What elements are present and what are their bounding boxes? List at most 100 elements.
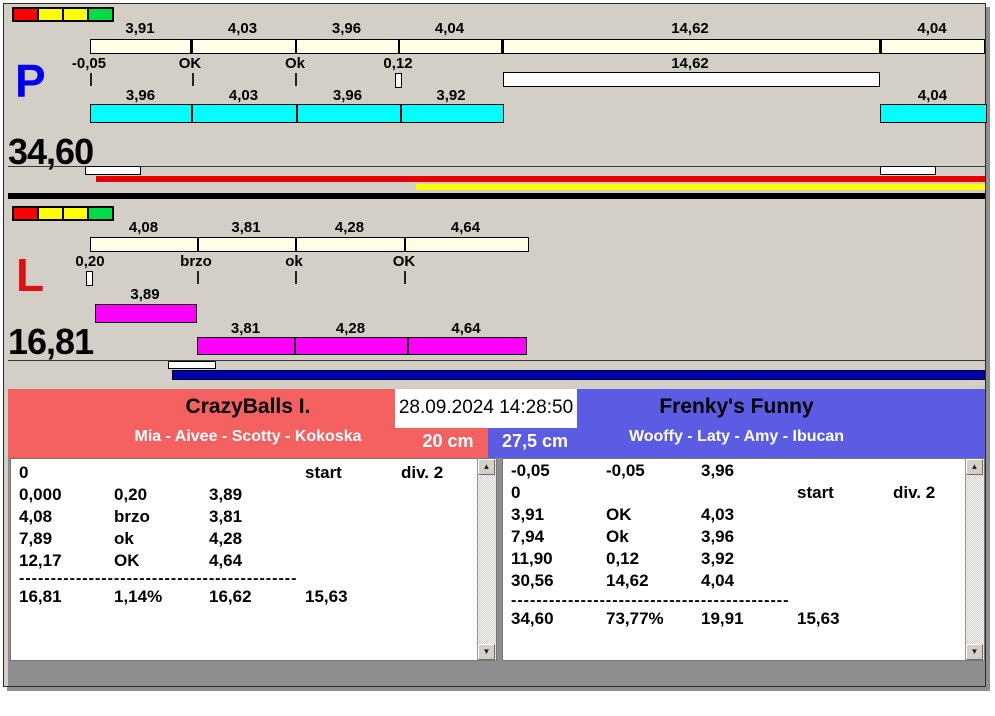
lane-p-status-lights (12, 7, 114, 22)
result-cell: 3,96 (701, 461, 735, 480)
result-cell: 15,63 (797, 609, 840, 628)
crossing-mark-label: 0,20 (75, 253, 105, 270)
run-time-label: 4,03 (228, 87, 259, 104)
split-time-label: 4,08 (128, 219, 159, 236)
tick-marker-box (395, 73, 402, 88)
result-cell: 3,81 (209, 507, 243, 526)
result-cell: 34,60 (511, 609, 554, 628)
results-separator: ----------------------------------------… (19, 575, 296, 584)
race-progress-bar-blue (172, 370, 985, 380)
result-cell: 0,000 (19, 485, 62, 504)
tick-mark (90, 73, 92, 86)
flyball-timer-app: P 3,91 4,03 3,96 4,04 14,62 4,04 -0,05 O… (0, 0, 995, 716)
run-time-label: 3,96 (125, 87, 156, 104)
split-time-label: 4,03 (227, 20, 258, 37)
result-row: 0 start div. 2 (503, 483, 984, 505)
crossing-mark-label: brzo (180, 253, 212, 270)
result-row: 7,94 Ok 3,96 (503, 527, 984, 549)
lane-l-total-time: 16,81 (8, 321, 94, 362)
progress-baseline (8, 360, 985, 361)
result-cell: 0 (19, 463, 29, 482)
scroll-up-button[interactable]: ▲ (478, 459, 495, 475)
scroll-up-button[interactable]: ▲ (966, 459, 983, 475)
result-row: 0 start div. 2 (11, 463, 496, 485)
result-cell: 19,91 (701, 609, 744, 628)
result-row: 12,17 OK 4,64 (11, 551, 496, 573)
result-cell: 3,92 (701, 549, 735, 568)
crossing-mark-label: Ok (284, 55, 305, 72)
result-row: 30,56 14,62 4,04 (503, 571, 984, 593)
crossing-mark-label: 0,12 (383, 55, 413, 72)
result-cell: 0 (511, 483, 521, 502)
result-cell: 7,89 (19, 529, 53, 548)
split-time-label: 14,62 (671, 20, 709, 37)
split-time-label: 4,64 (450, 219, 481, 236)
status-light-yellow (37, 206, 64, 221)
lane-l-label: L (16, 249, 45, 301)
tick-mark (404, 271, 406, 284)
scroll-down-button[interactable]: ▼ (478, 644, 495, 660)
results-list-right[interactable]: -0,05 -0,05 3,96 0 start div. 2 3,91 OK … (502, 458, 985, 661)
lane-p-pending-split-bar (503, 72, 880, 87)
results-list-left[interactable]: 0 start div. 2 0,000 0,20 3,89 4,08 brzo… (10, 458, 497, 661)
scrollbar[interactable]: ▲ ▼ (477, 459, 496, 660)
run-time-label: 4,28 (335, 320, 366, 337)
run-time-label: 4,64 (451, 320, 481, 337)
run-time-label: 3,92 (436, 87, 466, 104)
triangle-up-icon: ▲ (970, 462, 979, 471)
progress-marker-box (85, 166, 141, 175)
result-cell: 16,81 (19, 587, 62, 606)
bar-divider (404, 237, 406, 252)
crossing-mark-label: 14,62 (671, 55, 709, 72)
result-cell: 15,63 (305, 587, 348, 606)
result-cell: start (797, 483, 834, 502)
split-time-label: 4,28 (334, 219, 365, 236)
status-light-green (87, 206, 114, 221)
run-time-label: 4,04 (917, 87, 948, 104)
result-cell: 4,28 (209, 529, 243, 548)
lane-p-ideal-splits-bar (90, 39, 985, 54)
triangle-up-icon: ▲ (482, 462, 491, 471)
result-cell: 30,56 (511, 571, 554, 590)
tick-mark (295, 271, 297, 284)
bar-divider (407, 337, 409, 355)
lane-l-status-lights (12, 206, 114, 221)
tick-mark (295, 73, 297, 86)
result-cell: -0,05 (511, 461, 550, 480)
jump-height-left: 20 cm (422, 431, 474, 451)
result-cell: 0,12 (606, 549, 640, 568)
tick-marker-box (86, 271, 93, 286)
result-cell: 0,20 (114, 485, 148, 504)
result-cell: 3,89 (209, 485, 243, 504)
crossing-mark-label: ok (285, 253, 303, 270)
result-cell: div. 2 (401, 463, 444, 482)
scrollbar[interactable]: ▲ ▼ (965, 459, 984, 660)
bar-divider (295, 237, 297, 252)
status-light-yellow (62, 7, 89, 22)
result-cell: 3,91 (511, 505, 545, 524)
result-cell: start (305, 463, 342, 482)
result-cell: OK (606, 505, 632, 524)
result-cell: div. 2 (893, 483, 936, 502)
result-cell: 11,90 (511, 549, 553, 568)
result-cell: ok (114, 529, 134, 548)
bar-divider (295, 39, 297, 54)
result-cell: 4,03 (701, 505, 735, 524)
crossing-mark-label: OK (392, 253, 416, 270)
race-progress-bar-yellow (416, 184, 985, 190)
lane-p-run-split-bar-last (880, 104, 987, 123)
result-cell: 3,96 (701, 527, 735, 546)
crossing-mark-label: -0,05 (71, 55, 107, 72)
progress-marker-box (168, 361, 216, 369)
crossing-mark-label: OK (178, 55, 202, 72)
panel-divider (8, 193, 985, 199)
progress-baseline (8, 166, 985, 167)
result-cell: -0,05 (606, 461, 645, 480)
result-total-row: 34,60 73,77% 19,91 15,63 (503, 609, 984, 631)
result-cell: 4,04 (701, 571, 735, 590)
scroll-down-button[interactable]: ▼ (966, 644, 983, 660)
result-row: -0,05 -0,05 3,96 (503, 461, 984, 483)
lane-p-run-split-bar-4 (401, 104, 504, 123)
run-time-label: 3,89 (130, 286, 160, 303)
triangle-down-icon: ▼ (482, 647, 491, 656)
